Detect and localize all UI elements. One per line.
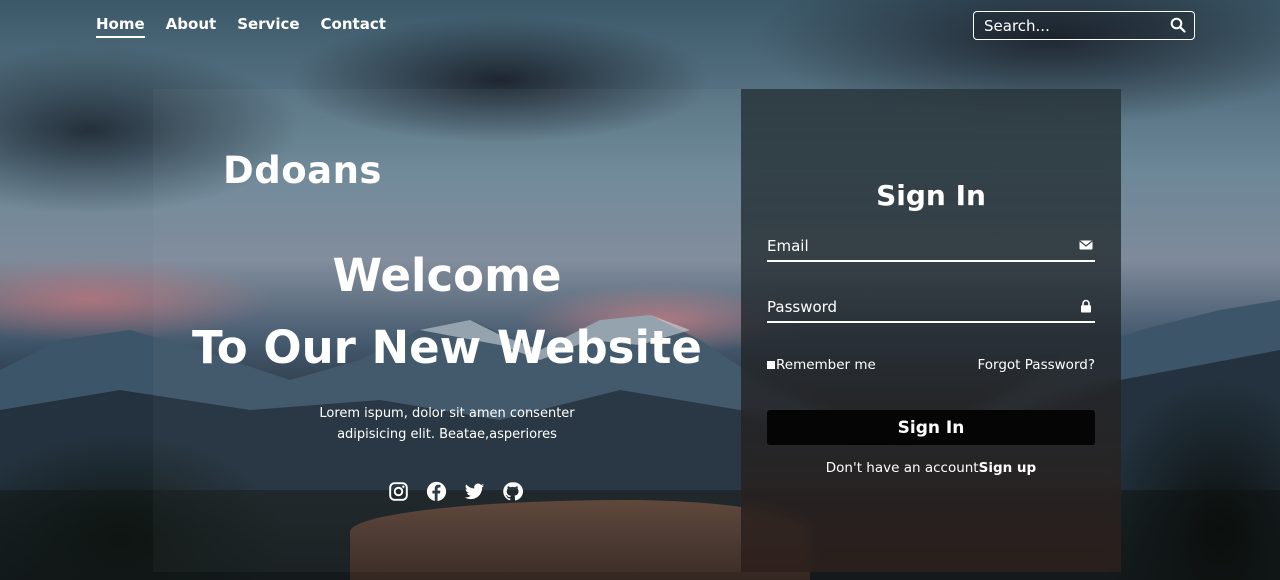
signin-panel: Sign In Remember me Forgot Password? Sig… bbox=[741, 89, 1121, 572]
email-field-wrapper bbox=[767, 233, 1095, 262]
facebook-icon[interactable] bbox=[426, 481, 447, 502]
twitter-icon[interactable] bbox=[464, 481, 485, 502]
search-box bbox=[973, 11, 1195, 40]
password-field[interactable] bbox=[767, 296, 1067, 318]
remember-me: Remember me bbox=[767, 357, 876, 373]
email-field[interactable] bbox=[767, 235, 1067, 257]
signin-title: Sign In bbox=[876, 179, 986, 212]
github-icon[interactable] bbox=[502, 481, 523, 502]
signup-link[interactable]: Sign up bbox=[979, 460, 1037, 476]
welcome-subheading: To Our New Website bbox=[192, 321, 702, 374]
nav-item-about[interactable]: About bbox=[166, 15, 217, 38]
instagram-icon[interactable] bbox=[388, 481, 409, 502]
remember-checkbox[interactable] bbox=[767, 361, 775, 369]
brand-logo: Ddoans bbox=[223, 149, 382, 192]
forgot-password-link[interactable]: Forgot Password? bbox=[978, 357, 1096, 373]
nav-item-contact[interactable]: Contact bbox=[321, 15, 386, 38]
remember-label: Remember me bbox=[776, 357, 876, 373]
trees-right bbox=[1100, 330, 1280, 580]
top-nav: Home About Service Contact bbox=[96, 15, 386, 38]
envelope-icon bbox=[1079, 240, 1093, 250]
search-input[interactable] bbox=[982, 15, 1166, 37]
welcome-heading: Welcome bbox=[332, 249, 562, 302]
no-account-text: Don't have an account bbox=[825, 460, 979, 476]
password-field-wrapper bbox=[767, 294, 1095, 323]
main-card: Ddoans Welcome To Our New Website Lorem … bbox=[153, 89, 1121, 572]
social-links bbox=[388, 481, 523, 502]
nav-item-home[interactable]: Home bbox=[96, 15, 145, 38]
hero-description: Lorem ispum, dolor sit amen consenter ad… bbox=[319, 406, 575, 442]
hero-panel: Ddoans Welcome To Our New Website Lorem … bbox=[153, 89, 741, 572]
lock-icon bbox=[1081, 299, 1091, 313]
signup-prompt: Don't have an accountSign up bbox=[741, 460, 1121, 476]
search-icon[interactable] bbox=[1170, 17, 1186, 33]
signin-button[interactable]: Sign In bbox=[767, 410, 1095, 445]
nav-item-service[interactable]: Service bbox=[237, 15, 299, 38]
